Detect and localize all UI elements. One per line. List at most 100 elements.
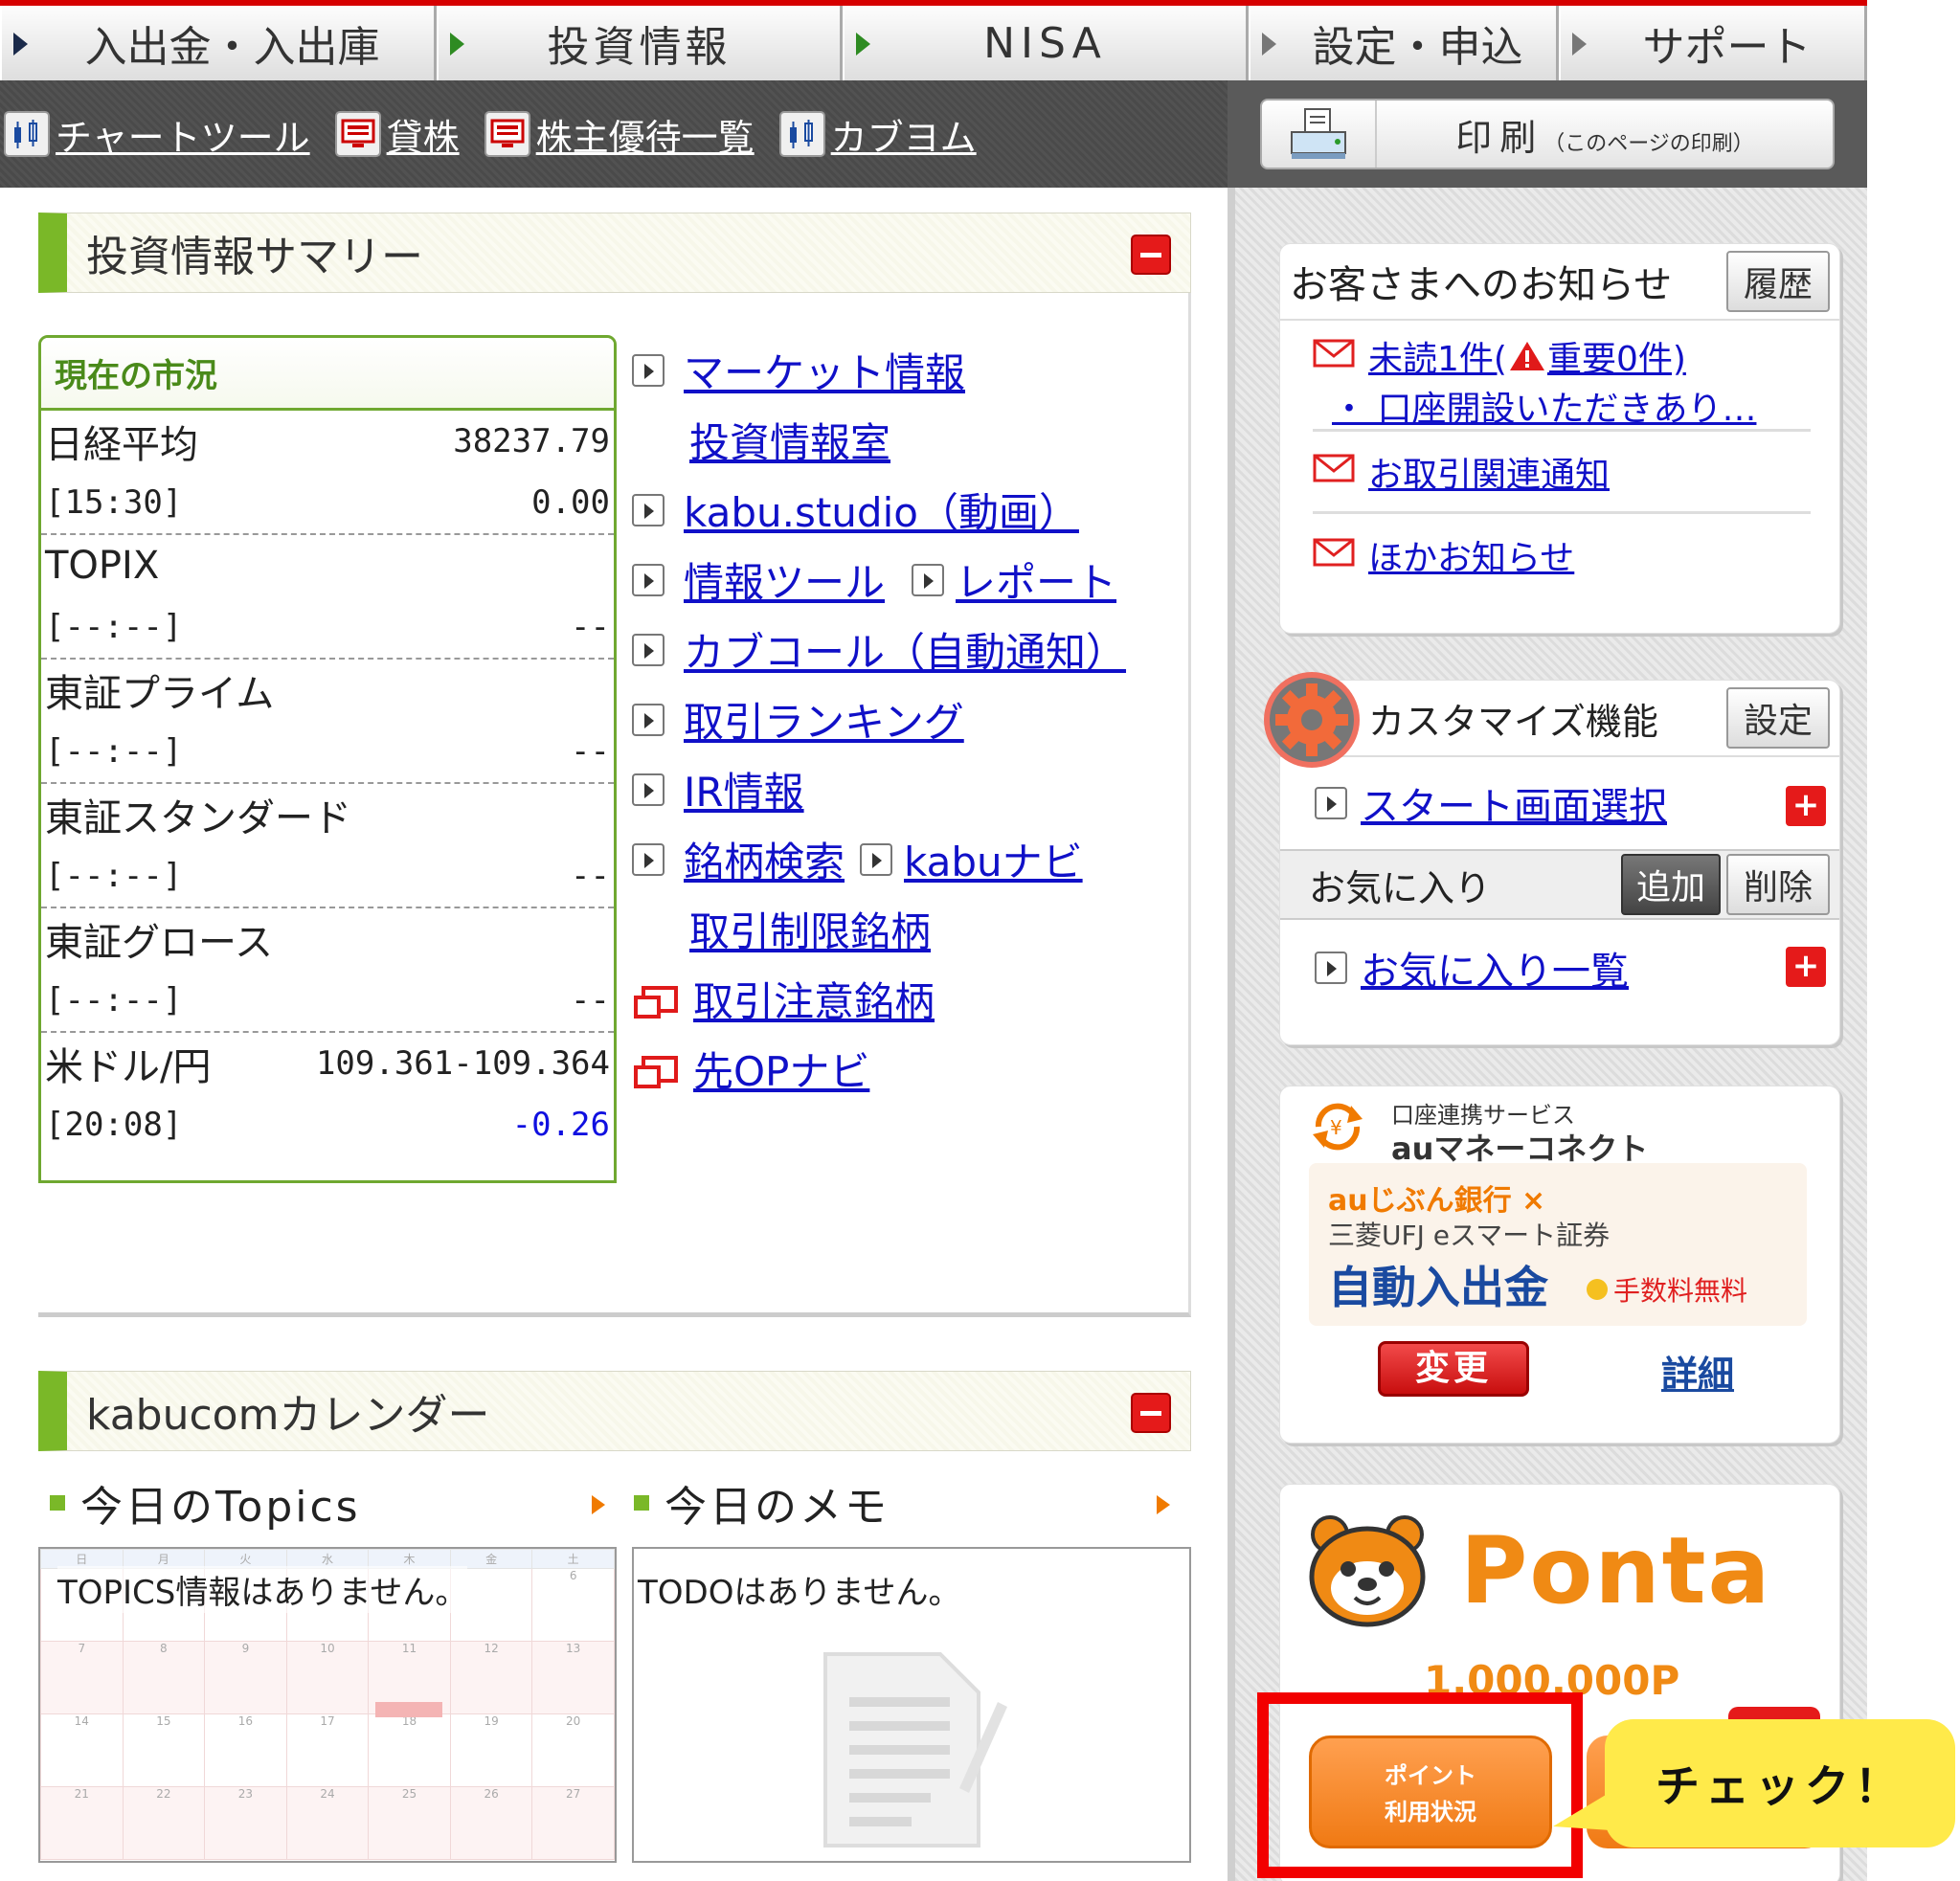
info-tools-link[interactable]: 情報ツール <box>684 550 885 609</box>
au-money-connect-box[interactable]: ¥ 口座連携サービス auマネーコネクト auじぶん銀行 × 三菱UFJ eスマ… <box>1279 1086 1840 1444</box>
candlestick-icon <box>4 111 50 157</box>
research-room-link[interactable]: 投資情報室 <box>689 411 890 469</box>
highlight-frame <box>1257 1692 1583 1878</box>
report-link[interactable]: レポート <box>956 550 1116 609</box>
collapse-calendar-button[interactable] <box>1131 1393 1171 1433</box>
callout-text: チェック！ <box>1656 1760 1904 1812</box>
stock-search-link[interactable]: 銘柄検索 <box>684 830 845 888</box>
calendar-day-cell[interactable]: 6 <box>531 1568 615 1642</box>
au-promo-panel: auじぶん銀行 × 三菱UFJ eスマート証券 自動入出金 手数料無料 <box>1309 1163 1807 1326</box>
notice-header: お客さまへのお知らせ 履歴 <box>1280 244 1839 321</box>
calendar-day-cell[interactable]: 15 <box>122 1713 206 1787</box>
calendar-day-cell[interactable]: 16 <box>204 1713 287 1787</box>
market-change: -0.26 <box>511 1106 610 1144</box>
important-link[interactable]: 重要0件) <box>1547 331 1686 381</box>
customize-settings-button[interactable]: 設定 <box>1725 687 1830 749</box>
unread-link[interactable]: 未読1件( <box>1368 331 1507 381</box>
account-notice-row: ・ 口座開設いただきあり… <box>1313 382 1811 432</box>
calendar-day-cell[interactable]: 7 <box>40 1641 124 1714</box>
memo-more-arrow[interactable] <box>1157 1495 1170 1514</box>
weekday-cell: 土 <box>531 1549 615 1569</box>
calendar-day-cell[interactable]: 12 <box>449 1641 533 1714</box>
au-auto-label: 自動入出金 <box>1328 1262 1548 1313</box>
tab-deposit-withdrawal[interactable]: 入出金・入出庫 <box>0 6 437 80</box>
trade-notice-link[interactable]: お取引関連通知 <box>1368 447 1610 497</box>
calendar-day-cell[interactable]: 22 <box>122 1786 206 1860</box>
mail-icon <box>1313 337 1355 376</box>
triangle-right-icon <box>632 493 665 526</box>
calendar-day-cell[interactable]: 9 <box>204 1641 287 1714</box>
op-navi-link[interactable]: 先OPナビ <box>693 1040 869 1098</box>
favorites-label: お気に入り <box>1309 866 1492 909</box>
notice-title: お客さまへのお知らせ <box>1290 263 1673 307</box>
kabunavi-link[interactable]: kabuナビ <box>904 830 1083 888</box>
au-change-button[interactable]: 変更 <box>1378 1341 1529 1397</box>
tab-investment-info[interactable]: 投資情報 <box>437 6 843 80</box>
market-status-header: 現在の市況 <box>41 338 614 411</box>
tab-settings[interactable]: 設定・申込 <box>1249 6 1559 80</box>
favorites-list-row: お気に入り一覧 + <box>1280 920 1839 1016</box>
bullet-icon <box>634 1495 649 1511</box>
calendar-week-row: 14 15 16 17 18 19 20 <box>40 1713 615 1787</box>
calendar-day-cell[interactable]: 26 <box>449 1786 533 1860</box>
restricted-stocks-link[interactable]: 取引制限銘柄 <box>689 900 931 958</box>
expand-favorites-button[interactable]: + <box>1786 947 1826 987</box>
calendar-day-cell[interactable]: 20 <box>531 1713 615 1787</box>
trade-notice-row: お取引関連通知 <box>1313 432 1811 514</box>
candlestick-icon <box>778 111 825 157</box>
calendar-day-cell[interactable]: 24 <box>285 1786 370 1860</box>
memo-panel: TODOはありません。 <box>632 1547 1191 1863</box>
market-change: -- <box>571 732 610 771</box>
triangle-right-icon <box>632 633 665 666</box>
calendar-day-cell[interactable]: 25 <box>368 1786 451 1860</box>
market-info-link[interactable]: マーケット情報 <box>684 341 965 399</box>
calendar-day-cell[interactable]: 8 <box>122 1641 206 1714</box>
au-detail-link[interactable]: 詳細 <box>1661 1345 1734 1398</box>
calendar-day-cell[interactable]: 21 <box>40 1786 124 1860</box>
calendar-day-cell[interactable]: 19 <box>449 1713 533 1787</box>
expand-start-screen-button[interactable]: + <box>1786 786 1826 826</box>
topics-empty-message: TOPICS情報はありません。 <box>57 1566 468 1613</box>
calendar-day-cell[interactable]: 14 <box>40 1713 124 1787</box>
calendar-header: kabucomカレンダー <box>38 1371 1191 1451</box>
calendar-day-cell[interactable]: 17 <box>285 1713 370 1787</box>
kabu-studio-link[interactable]: kabu.studio（動画） <box>684 481 1079 539</box>
kabuyomu-link[interactable]: カブヨム <box>778 108 977 161</box>
caution-stocks-link[interactable]: 取引注意銘柄 <box>693 970 935 1028</box>
ranking-link[interactable]: 取引ランキング <box>684 690 964 749</box>
account-notice-link[interactable]: ・ 口座開設いただきあり… <box>1332 381 1756 431</box>
mail-icon <box>1313 452 1355 491</box>
other-notice-link[interactable]: ほかお知らせ <box>1368 530 1574 580</box>
market-change: 0.00 <box>531 483 610 522</box>
monitor-icon <box>334 111 381 157</box>
tab-nisa[interactable]: NISA <box>843 6 1249 80</box>
calendar-day-cell[interactable]: 23 <box>204 1786 287 1860</box>
mail-icon <box>1313 536 1355 575</box>
start-screen-link[interactable]: スタート画面選択 <box>1361 775 1667 831</box>
favorites-add-button[interactable]: 追加 <box>1620 854 1721 915</box>
popup-window-icon <box>634 1055 678 1088</box>
favorites-list-link[interactable]: お気に入り一覧 <box>1361 940 1629 996</box>
collapse-summary-button[interactable] <box>1131 235 1171 275</box>
topics-more-arrow[interactable] <box>592 1495 605 1514</box>
market-time: [--:--] <box>45 732 183 771</box>
stock-lending-link[interactable]: 貸株 <box>334 108 460 161</box>
shareholder-benefits-link[interactable]: 株主優待一覧 <box>484 108 755 161</box>
calendar-day-cell[interactable]: 13 <box>531 1641 615 1714</box>
tab-support[interactable]: サポート <box>1559 6 1867 80</box>
triangle-right-icon <box>632 842 665 876</box>
calendar-day-cell[interactable]: 18 <box>368 1713 451 1787</box>
market-status-panel: 現在の市況 日経平均 38237.79 [15:30] 0.00 TOPIX [--:--… <box>38 335 617 1183</box>
ir-link[interactable]: IR情報 <box>684 760 804 818</box>
market-time-row: [--:--] -- <box>41 596 614 658</box>
favorites-row: お気に入り 追加 削除 <box>1280 849 1839 920</box>
market-name-row: 東証スタンダード <box>41 784 614 845</box>
favorites-delete-button[interactable]: 削除 <box>1725 854 1830 915</box>
kabucall-link[interactable]: カブコール（自動通知） <box>684 620 1126 679</box>
print-button[interactable]: 印刷（このページの印刷） <box>1260 99 1835 169</box>
market-change: -- <box>571 981 610 1019</box>
chart-tool-link[interactable]: チャートツール <box>4 108 310 161</box>
notice-history-button[interactable]: 履歴 <box>1725 251 1830 312</box>
calendar-day-cell[interactable]: 10 <box>285 1641 370 1714</box>
calendar-day-cell[interactable]: 27 <box>531 1786 615 1860</box>
